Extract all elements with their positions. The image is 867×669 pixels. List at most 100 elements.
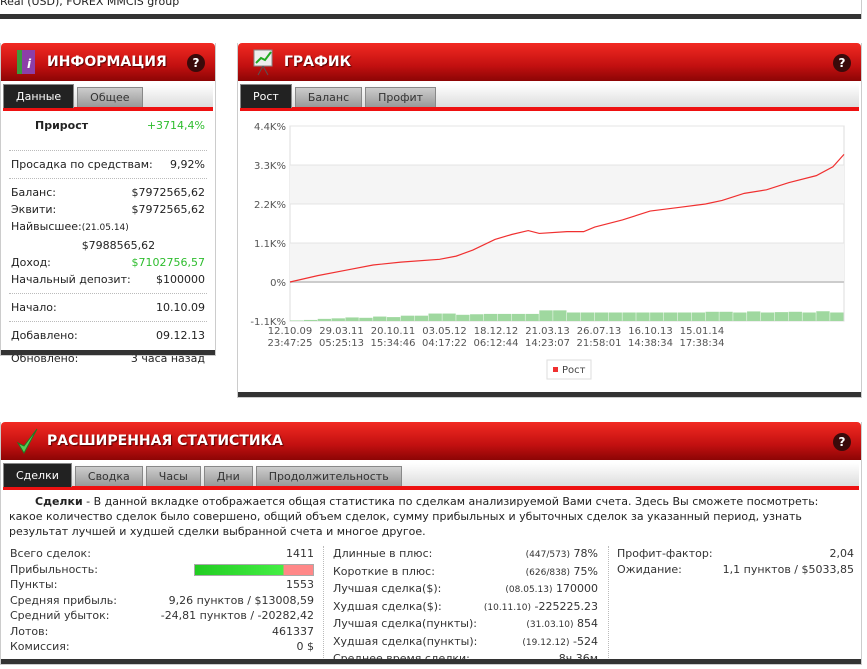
legend-label: Рост <box>562 365 586 376</box>
stat-row: Длинные в плюс: (447/573) 78% <box>333 546 598 564</box>
stat-row: Всего сделок: 1411 <box>10 546 314 562</box>
profitability-bar <box>194 563 314 576</box>
volume-bar <box>705 311 719 321</box>
tab-trades[interactable]: Сделки <box>3 463 72 487</box>
stat-row: Худшая сделка(пункты): (19.12.12) -524 <box>333 634 598 652</box>
checkmark-icon <box>16 428 38 455</box>
tab-balance[interactable]: Баланс <box>294 87 363 107</box>
volume-bar <box>331 318 345 321</box>
deposit-value: $100000 <box>156 273 205 286</box>
x-tick-label: 18.12.12 <box>474 326 519 337</box>
stat-date: (626/838) <box>525 567 571 578</box>
stat-label: Прибыльность: <box>10 562 98 576</box>
volume-bar <box>594 312 609 321</box>
help-icon[interactable]: ? <box>187 54 205 72</box>
profit-label: Доход: <box>11 256 51 269</box>
y-tick-label: 3.3K% <box>254 161 286 172</box>
grid-band <box>290 165 844 204</box>
stat-value: -524 <box>573 634 598 648</box>
stat-row: Короткие в плюс: (626/838) 75% <box>333 564 598 582</box>
x-tick-label: 03.05.12 <box>422 326 467 337</box>
volume-bar <box>442 313 456 321</box>
volume-bar <box>774 312 789 321</box>
volume-bar <box>802 312 816 321</box>
y-tick-label: 4.4K% <box>254 122 286 133</box>
tab-profit[interactable]: Профит <box>365 87 437 107</box>
volume-bar <box>553 310 567 321</box>
info-panel: i ИНФОРМАЦИЯ? Данные Общее Прирост +3714,4… <box>0 43 216 365</box>
tab-growth[interactable]: Рост <box>240 84 292 108</box>
volume-bar <box>567 312 581 321</box>
stat-date: (31.03.10) <box>526 620 574 630</box>
stat-label: Короткие в плюс: <box>333 564 435 578</box>
highest-label: Найвысшее: <box>11 220 82 233</box>
x-tick-label: 23:47:25 <box>268 338 313 349</box>
volume-bar <box>719 311 733 321</box>
volume-bar <box>539 310 553 321</box>
tab-duration[interactable]: Продолжительность <box>255 466 402 486</box>
y-tick-label: 0% <box>270 278 286 289</box>
x-tick-label: 29.03.11 <box>319 326 364 337</box>
x-tick-label: 26.07.13 <box>577 326 622 337</box>
equity-value: $7972565,62 <box>131 203 205 216</box>
stat-value: 1411 <box>286 547 314 560</box>
x-tick-label: 21.03.13 <box>525 326 570 337</box>
volume-bar <box>373 316 387 321</box>
volume-bar <box>456 314 470 321</box>
volume-bar <box>290 320 304 321</box>
stats-col-2: Длинные в плюс: (447/573) 78% Короткие в п… <box>333 546 598 669</box>
stat-value: -24,81 пунктов / -20282,42 <box>160 609 314 622</box>
stat-value: 75% <box>573 564 598 578</box>
tab-hours[interactable]: Часы <box>145 466 201 486</box>
start-label: Начало: <box>11 301 57 314</box>
stats-panel: РАСШИРЕННАЯ СТАТИСТИКА? Сделки Сводка Ча… <box>0 422 862 665</box>
x-tick-label: 15:34:46 <box>371 338 416 349</box>
stat-value: -225225.23 <box>534 599 598 613</box>
panel-title: ИНФОРМАЦИЯ <box>47 54 167 70</box>
stat-value: 461337 <box>272 624 314 638</box>
stat-label: Лотов: <box>10 624 49 638</box>
tab-days[interactable]: Дни <box>203 466 253 486</box>
volume-bar <box>636 312 650 321</box>
plot-area <box>289 125 845 322</box>
volume-bar <box>345 317 359 321</box>
volume-bar <box>830 312 844 321</box>
stat-date: (19.12.12) <box>522 637 570 648</box>
volume-bar <box>428 313 442 321</box>
stats-col-3: Профит-фактор: 2,04 Ожидание: 1,1 пунктов /… <box>617 546 854 577</box>
profit-value: $7102756,57 <box>131 256 205 269</box>
volume-bar <box>303 319 318 321</box>
tab-data[interactable]: Данные <box>3 84 75 108</box>
stat-label: Лучшая сделка($): <box>333 582 442 595</box>
volume-bar <box>414 315 428 321</box>
volume-bar <box>386 317 401 321</box>
panel-title: ГРАФИК <box>284 54 352 70</box>
volume-bar <box>525 313 539 321</box>
stat-row: Худшая сделка($): (10.11.10) -225225.23 <box>333 599 598 617</box>
x-tick-label: 12.10.09 <box>268 326 313 337</box>
volume-bar <box>788 311 802 321</box>
stat-label: Лучшая сделка(пункты): <box>333 617 477 630</box>
stat-row: Лотов: 461337 <box>10 624 314 640</box>
account-name: Real (USD), FOREX MMCIS group <box>0 0 180 8</box>
x-tick-label: 15.01.14 <box>680 326 725 337</box>
x-tick-label: 04:17:22 <box>422 338 467 349</box>
stat-label: Худшая сделка(пункты): <box>333 634 478 648</box>
help-icon[interactable]: ? <box>833 54 851 72</box>
stat-date: (08.05.13) <box>505 585 553 595</box>
stat-row: Комиссия: 0 $ <box>10 639 314 655</box>
help-icon[interactable]: ? <box>833 433 851 451</box>
volume-bar <box>733 312 747 321</box>
stat-label: Средняя прибыль: <box>10 593 117 607</box>
growth-value: +3714,4% <box>146 119 205 132</box>
stat-value: 1553 <box>286 578 314 591</box>
start-value: 10.10.09 <box>156 301 205 314</box>
volume-bar <box>470 314 484 321</box>
description-title: Сделки <box>35 495 83 508</box>
stat-label: Худшая сделка($): <box>333 599 442 613</box>
tab-summary[interactable]: Сводка <box>74 466 143 486</box>
stat-label: Пункты: <box>10 578 58 591</box>
volume-bar <box>663 312 678 321</box>
added-value: 09.12.13 <box>156 329 205 342</box>
tab-general[interactable]: Общее <box>77 87 143 107</box>
